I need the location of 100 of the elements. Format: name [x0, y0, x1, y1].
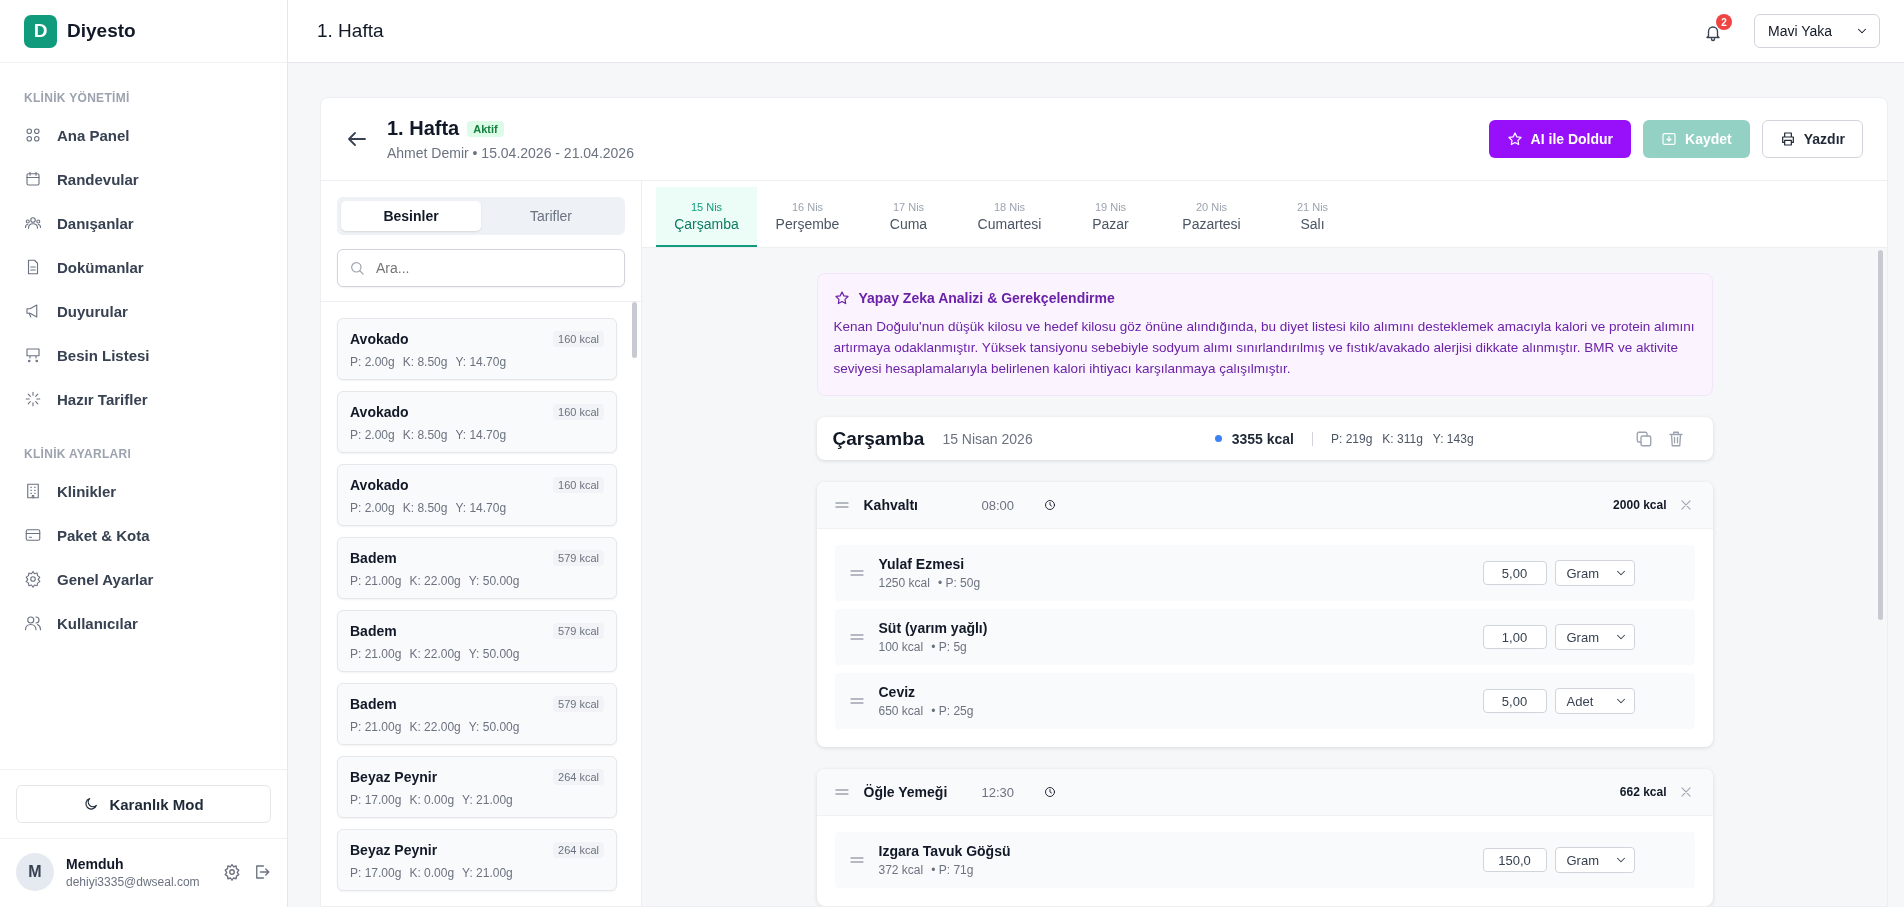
nav-item[interactable]: Besin Listesi: [14, 333, 273, 377]
protein-value: P: 21.00g: [350, 720, 402, 734]
plan-title: 1. Hafta: [387, 117, 460, 140]
unit-select[interactable]: Gram: [1554, 847, 1635, 873]
user-email: dehiyi3335@dwseal.com: [66, 874, 201, 889]
role-select[interactable]: Mavi Yaka: [1754, 14, 1880, 48]
amount-field[interactable]: 5,00: [1482, 689, 1547, 713]
unit-select[interactable]: Gram: [1554, 624, 1635, 650]
nav-label: Hazır Tarifler: [57, 390, 148, 408]
food-card[interactable]: Beyaz Peynir 264 kcal P: 17.00g K: 0.00g Y: 21.00g: [337, 829, 617, 891]
notification-button[interactable]: 2: [1698, 14, 1732, 48]
unit-select[interactable]: Gram: [1554, 560, 1635, 586]
nav-section-title: KLİNİK AYARLARI: [23, 446, 133, 463]
food-name: Avokado: [350, 331, 409, 347]
food-calories: 160 kcal: [553, 477, 604, 493]
logout-icon[interactable]: [253, 863, 271, 881]
library-tab[interactable]: Tarifler: [481, 201, 621, 231]
carbs-total: K: 311g: [1382, 431, 1423, 446]
day-tab[interactable]: 21 Nis Salı: [1262, 187, 1363, 247]
search-field[interactable]: Ara...: [337, 249, 625, 287]
food-card[interactable]: Badem 579 kcal P: 21.00g K: 22.00g Y: 50.00g: [337, 537, 617, 599]
copy-icon[interactable]: [1634, 429, 1653, 448]
carbs-value: K: 0.00g: [409, 866, 455, 880]
nav-item[interactable]: Paket & Kota: [14, 513, 273, 557]
nav-item[interactable]: Kullanıcılar: [14, 601, 273, 645]
food-calories: 100 kcal: [878, 640, 924, 654]
food-card[interactable]: Avokado 160 kcal P: 2.00g K: 8.50g Y: 14.70g: [337, 318, 617, 380]
dark-mode-button[interactable]: Karanlık Mod: [16, 785, 271, 823]
food-calories: 1250 kcal: [878, 576, 930, 590]
food-calories: 160 kcal: [553, 331, 604, 347]
carbs-value: K: 8.50g: [402, 428, 448, 442]
day-tab[interactable]: 15 Nis Çarşamba: [656, 187, 757, 247]
ai-fill-button[interactable]: AI ile Doldur: [1488, 120, 1632, 158]
nav-label: Randevular: [57, 170, 139, 188]
star-icon: [1506, 131, 1523, 147]
day-tab[interactable]: 19 Nis Pazar: [1060, 187, 1161, 247]
nav-item[interactable]: Danışanlar: [14, 201, 273, 245]
scrollbar-thumb[interactable]: [1878, 250, 1883, 620]
carbs-value: K: 22.00g: [409, 574, 461, 588]
nav-item[interactable]: Hazır Tarifler: [14, 377, 273, 421]
ai-analysis-title: Yapay Zeka Analizi & Gerekçelendirme: [858, 290, 1115, 306]
print-button[interactable]: Yazdır: [1761, 120, 1863, 158]
food-name: Beyaz Peynir: [350, 842, 438, 858]
day-tab[interactable]: 17 Nis Cuma: [858, 187, 959, 247]
day-tab[interactable]: 16 Nis Perşembe: [757, 187, 858, 247]
protein-value: • P: 25g: [931, 704, 974, 718]
meal-time: 08:00: [981, 497, 1016, 513]
nav-label: Paket & Kota: [57, 526, 150, 544]
meal-name: Öğle Yemeği: [863, 784, 949, 800]
protein-value: P: 17.00g: [350, 866, 402, 880]
food-name: Beyaz Peynir: [350, 769, 438, 785]
food-card[interactable]: Avokado 160 kcal P: 2.00g K: 8.50g Y: 14.70g: [337, 391, 617, 453]
library-tab[interactable]: Besinler: [341, 201, 481, 231]
close-icon[interactable]: [1678, 785, 1693, 799]
day-tab[interactable]: 20 Nis Pazartesi: [1161, 187, 1262, 247]
food-name: Süt (yarım yağlı): [878, 620, 989, 636]
nav-item[interactable]: Dokümanlar: [14, 245, 273, 289]
search-icon: [349, 260, 365, 276]
protein-value: • P: 5g: [931, 640, 967, 654]
nav-label: Besin Listesi: [57, 346, 150, 364]
nav-item[interactable]: Klinikler: [14, 469, 273, 513]
building-icon: [24, 482, 42, 500]
nav-label: Duyurular: [57, 302, 128, 320]
cart-icon: [24, 346, 42, 364]
food-card[interactable]: Badem 579 kcal P: 21.00g K: 22.00g Y: 50.00g: [337, 683, 617, 745]
food-card[interactable]: Beyaz Peynir 264 kcal P: 17.00g K: 0.00g Y: 21.00g: [337, 756, 617, 818]
nav-label: Ana Panel: [57, 126, 130, 144]
loader-icon: [24, 390, 42, 408]
settings-icon[interactable]: [223, 863, 241, 881]
unit-select[interactable]: Adet: [1554, 688, 1635, 714]
credit-card-icon: [24, 526, 42, 544]
nav-item[interactable]: Genel Ayarlar: [14, 557, 273, 601]
nav-item[interactable]: Randevular: [14, 157, 273, 201]
amount-field[interactable]: 150,0: [1482, 848, 1547, 872]
day-tab[interactable]: 18 Nis Cumartesi: [959, 187, 1060, 247]
meal-name: Kahvaltı: [863, 497, 919, 513]
protein-value: P: 2.00g: [350, 355, 395, 369]
food-calories: 579 kcal: [553, 696, 604, 712]
day-date: 15 Nisan 2026: [942, 430, 1033, 447]
amount-field[interactable]: 1,00: [1482, 625, 1547, 649]
amount-field[interactable]: 5,00: [1482, 561, 1547, 585]
fat-value: Y: 50.00g: [468, 574, 520, 588]
food-calories: 650 kcal: [878, 704, 924, 718]
clock-icon[interactable]: [1043, 499, 1056, 511]
food-card[interactable]: Avokado 160 kcal P: 2.00g K: 8.50g Y: 14.70g: [337, 464, 617, 526]
download-icon: [1661, 131, 1678, 147]
food-name: Avokado: [350, 404, 409, 420]
food-card[interactable]: Badem 579 kcal P: 21.00g K: 22.00g Y: 50.00g: [337, 610, 617, 672]
fat-value: Y: 21.00g: [462, 793, 513, 807]
fat-value: Y: 14.70g: [455, 428, 507, 442]
nav-item[interactable]: Duyurular: [14, 289, 273, 333]
grid-icon: [24, 126, 42, 144]
trash-icon[interactable]: [1666, 429, 1685, 448]
clock-icon[interactable]: [1043, 786, 1056, 798]
scrollbar-thumb[interactable]: [632, 302, 637, 358]
close-icon[interactable]: [1678, 498, 1693, 512]
day-name: Çarşamba: [832, 427, 925, 450]
fat-total: Y: 143g: [1432, 431, 1474, 446]
protein-value: P: 21.00g: [350, 574, 402, 588]
nav-item[interactable]: Ana Panel: [14, 113, 273, 157]
